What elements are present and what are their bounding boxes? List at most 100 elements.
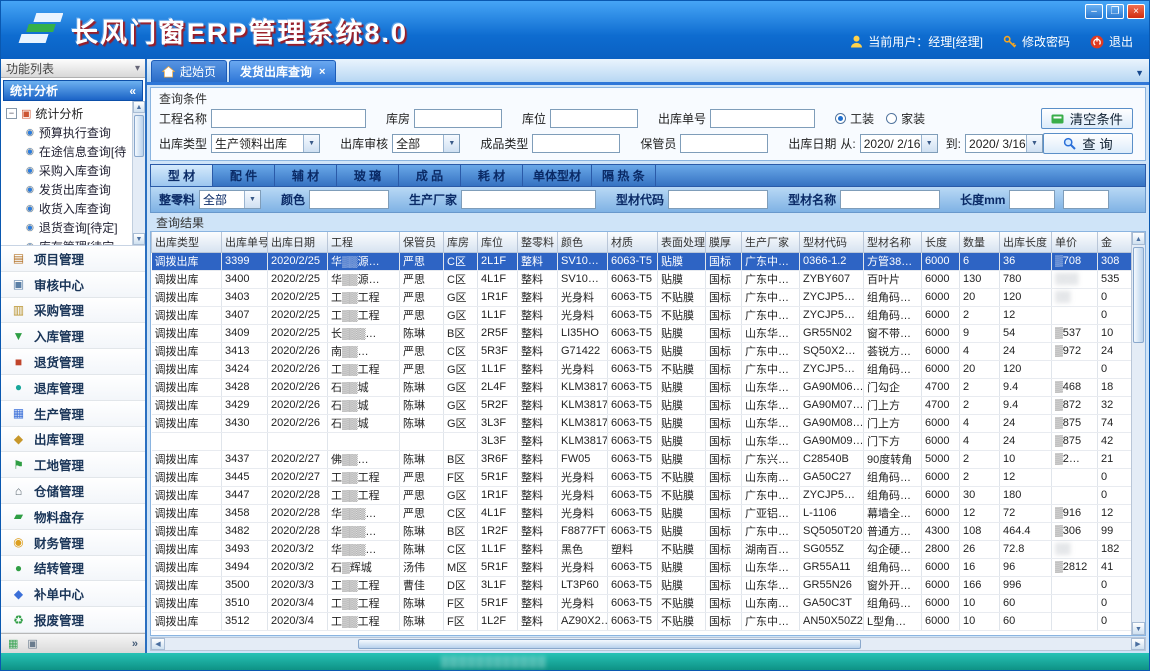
chevron-down-icon[interactable]: ▼ bbox=[921, 135, 937, 152]
scroll-left-button[interactable]: ◀ bbox=[151, 638, 165, 650]
color-input[interactable] bbox=[309, 190, 389, 209]
tree-item[interactable]: ◉预算执行查询 bbox=[6, 123, 131, 142]
table-row[interactable]: 调拨出库34582020/2/28华▒▒▒…严思C区4L1F整料光身料6063-… bbox=[152, 504, 1132, 522]
radio-work-label[interactable]: 工装 bbox=[850, 110, 874, 127]
column-header[interactable]: 数量 bbox=[960, 232, 1000, 252]
chevron-down-icon[interactable]: ▼ bbox=[303, 135, 319, 152]
tab-home[interactable]: 起始页 bbox=[151, 60, 227, 82]
tree-item[interactable]: ◉退货查询[待定] bbox=[6, 218, 131, 237]
order-no-input[interactable] bbox=[710, 109, 815, 128]
column-header[interactable]: 出库单号 bbox=[222, 232, 268, 252]
maximize-button[interactable]: ❐ bbox=[1106, 4, 1124, 19]
maker-input[interactable] bbox=[461, 190, 596, 209]
chevron-expand-icon[interactable]: » bbox=[132, 638, 138, 650]
column-header[interactable]: 表面处理 bbox=[658, 232, 706, 252]
column-header[interactable]: 型材名称 bbox=[864, 232, 922, 252]
minimize-button[interactable]: – bbox=[1085, 4, 1103, 19]
sidebar-item[interactable]: ♻报废管理 bbox=[1, 607, 145, 633]
material-tab[interactable]: 辅 材 bbox=[275, 165, 337, 186]
tab-list-dropdown-icon[interactable]: ▼ bbox=[1135, 68, 1144, 78]
product-type-input[interactable] bbox=[532, 134, 620, 153]
scroll-thumb[interactable] bbox=[358, 639, 860, 649]
location-input[interactable] bbox=[550, 109, 638, 128]
column-header[interactable]: 工程 bbox=[328, 232, 400, 252]
tree-item[interactable]: ◉库存管理[待定 bbox=[6, 237, 131, 246]
logout-button[interactable]: 退出 bbox=[1090, 33, 1133, 50]
chevron-down-icon[interactable]: ▼ bbox=[443, 135, 459, 152]
table-row[interactable]: 调拨出库35102020/3/4工▒▒工程陈琳F区5R1F整料光身料6063-T… bbox=[152, 594, 1132, 612]
scroll-down-button[interactable]: ▼ bbox=[1132, 622, 1145, 635]
material-tab[interactable]: 耗 材 bbox=[461, 165, 523, 186]
material-tab[interactable]: 配 件 bbox=[213, 165, 275, 186]
column-header[interactable]: 颜色 bbox=[558, 232, 608, 252]
scroll-thumb[interactable] bbox=[134, 115, 144, 157]
tab-close-icon[interactable]: × bbox=[319, 66, 325, 78]
table-row[interactable]: 调拨出库34282020/2/26石▒▒城陈琳G区2L4F整料KLM381760… bbox=[152, 378, 1132, 396]
profile-code-input[interactable] bbox=[668, 190, 768, 209]
column-header[interactable]: 出库长度 bbox=[1000, 232, 1052, 252]
table-row[interactable]: 调拨出库34242020/2/26工▒▒工程严思G区1L1F整料光身料6063-… bbox=[152, 360, 1132, 378]
clear-conditions-button[interactable]: 清空条件 bbox=[1041, 108, 1133, 129]
sidebar-item[interactable]: ▰物料盘存 bbox=[1, 504, 145, 530]
column-header[interactable]: 保管员 bbox=[400, 232, 444, 252]
column-header[interactable]: 生产厂家 bbox=[742, 232, 800, 252]
table-row[interactable]: 调拨出库34452020/2/27工▒▒工程严思F区5R1F整料光身料6063-… bbox=[152, 468, 1132, 486]
tab-shipping-outbound-query[interactable]: 发货出库查询 × bbox=[229, 60, 336, 82]
pin-icon[interactable]: ▾ bbox=[135, 63, 140, 74]
column-header[interactable]: 整零料 bbox=[518, 232, 558, 252]
table-row[interactable]: 调拨出库34472020/2/28工▒▒工程严思G区1R1F整料光身料6063-… bbox=[152, 486, 1132, 504]
project-name-input[interactable] bbox=[211, 109, 366, 128]
profile-name-input[interactable] bbox=[840, 190, 940, 209]
length-max-input[interactable] bbox=[1063, 190, 1109, 209]
table-row[interactable]: 调拨出库35122020/3/4工▒▒工程陈琳F区1L2F整料AZ90X2…60… bbox=[152, 612, 1132, 630]
table-row[interactable]: 调拨出库34932020/3/2华▒▒▒…陈琳C区1L1F整料黑色塑料不贴膜国标… bbox=[152, 540, 1132, 558]
column-header[interactable]: 单价 bbox=[1052, 232, 1098, 252]
change-password-button[interactable]: 修改密码 bbox=[1003, 33, 1070, 50]
sidebar-item[interactable]: ⚑工地管理 bbox=[1, 452, 145, 478]
search-button[interactable]: 查 询 bbox=[1043, 133, 1133, 154]
radio-work-install[interactable] bbox=[835, 113, 846, 124]
warehouse-input[interactable] bbox=[414, 109, 502, 128]
table-row[interactable]: 调拨出库34132020/2/26南▒▒…严思C区5R3F整料G71422606… bbox=[152, 342, 1132, 360]
sidebar-item[interactable]: ▣审核中心 bbox=[1, 272, 145, 298]
sidebar-item[interactable]: ▥采购管理 bbox=[1, 298, 145, 324]
section-header-stats[interactable]: 统计分析 « bbox=[3, 80, 143, 101]
table-row[interactable]: 调拨出库35002020/3/3工▒▒工程曹佳D区3L1F整料LT3P60606… bbox=[152, 576, 1132, 594]
sidebar-item[interactable]: ▼入库管理 bbox=[1, 323, 145, 349]
table-row[interactable]: 调拨出库34302020/2/26石▒▒城陈琳G区3L3F整料KLM381760… bbox=[152, 414, 1132, 432]
tree-item[interactable]: ◉收货入库查询 bbox=[6, 199, 131, 218]
column-header[interactable]: 库房 bbox=[444, 232, 478, 252]
table-row[interactable]: 调拨出库34822020/2/28华▒▒▒…陈琳B区1R2F整料F8877FT6… bbox=[152, 522, 1132, 540]
scroll-up-button[interactable]: ▲ bbox=[133, 101, 145, 113]
material-tab[interactable]: 型 材 bbox=[151, 165, 213, 186]
radio-home-install[interactable] bbox=[886, 113, 897, 124]
table-row[interactable]: 调拨出库34942020/3/2石▒辉城汤伟M区5R1F整料光身料6063-T5… bbox=[152, 558, 1132, 576]
column-header[interactable]: 材质 bbox=[608, 232, 658, 252]
monitor-icon[interactable]: ▣ bbox=[27, 637, 37, 650]
column-header[interactable]: 长度 bbox=[922, 232, 960, 252]
table-row[interactable]: 调拨出库34072020/2/25工▒▒工程严思G区1L1F整料光身料6063-… bbox=[152, 306, 1132, 324]
table-row[interactable]: 调拨出库34372020/2/27佛▒▒…陈琳B区3R6F整料FW056063-… bbox=[152, 450, 1132, 468]
sidebar-item[interactable]: ◉财务管理 bbox=[1, 530, 145, 556]
column-header[interactable]: 型材代码 bbox=[800, 232, 864, 252]
sidebar-item[interactable]: ◆补单中心 bbox=[1, 581, 145, 607]
whole-part-select[interactable]: 全部 ▼ bbox=[199, 190, 261, 209]
sidebar-item[interactable]: ●退库管理 bbox=[1, 375, 145, 401]
keeper-input[interactable] bbox=[680, 134, 768, 153]
scroll-right-button[interactable]: ▶ bbox=[1131, 638, 1145, 650]
collapse-icon[interactable]: « bbox=[129, 84, 136, 98]
table-row[interactable]: 调拨出库34092020/2/25长▒▒▒…陈琳B区2R5F整料LI35HO60… bbox=[152, 324, 1132, 342]
table-row[interactable]: 调拨出库34032020/2/25工▒▒工程严思G区1R1F整料光身料6063-… bbox=[152, 288, 1132, 306]
tree-root[interactable]: − ▣ 统计分析 bbox=[6, 104, 131, 123]
audit-select[interactable]: 全部 ▼ bbox=[392, 134, 460, 153]
radio-home-label[interactable]: 家装 bbox=[901, 110, 925, 127]
sidebar-item[interactable]: ▤项目管理 bbox=[1, 246, 145, 272]
grid-icon[interactable]: ▦ bbox=[8, 637, 18, 650]
chevron-down-icon[interactable]: ▼ bbox=[1026, 135, 1042, 152]
sidebar-item[interactable]: ■退货管理 bbox=[1, 349, 145, 375]
column-header[interactable]: 金 bbox=[1098, 232, 1132, 252]
tree-item[interactable]: ◉采购入库查询 bbox=[6, 161, 131, 180]
column-header[interactable]: 出库类型 bbox=[152, 232, 222, 252]
material-tab[interactable]: 单体型材 bbox=[523, 165, 592, 186]
table-row[interactable]: 调拨出库33992020/2/25华▒▒源…严思C区2L1F整料SV10…606… bbox=[152, 252, 1132, 270]
